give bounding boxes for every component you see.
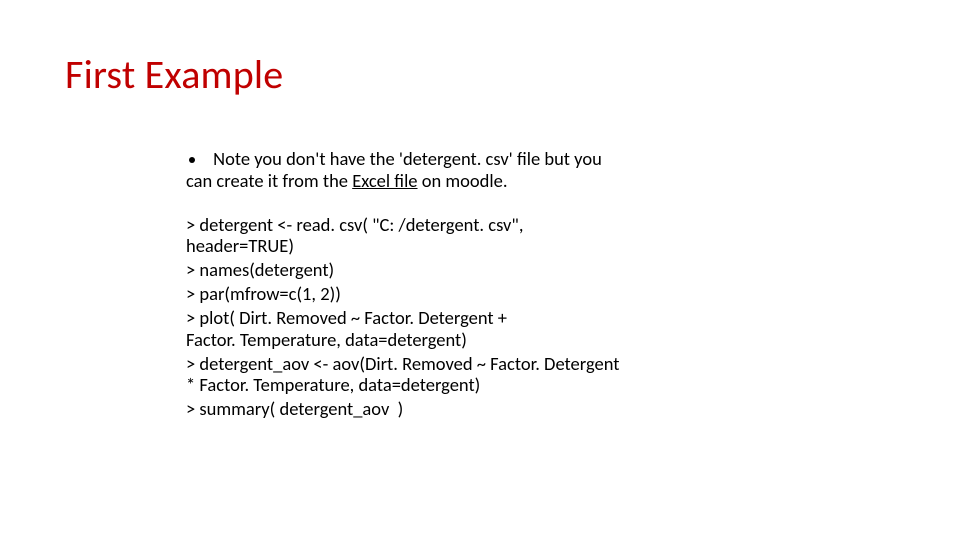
- slide-title: First Example: [65, 50, 283, 99]
- code-line: Factor. Temperature, data=detergent): [186, 329, 746, 351]
- code-line: > summary( detergent_aov ): [186, 398, 746, 420]
- code-line: > detergent <- read. csv( "C: /detergent…: [186, 214, 746, 236]
- code-line: > plot( Dirt. Removed ~ Factor. Detergen…: [186, 307, 746, 329]
- bullet-item: Note you don't have the 'detergent. csv'…: [186, 148, 746, 192]
- code-block: > detergent <- read. csv( "C: /detergent…: [186, 214, 746, 420]
- bullet-line-2-pre: can create it from the: [186, 169, 352, 192]
- slide-body: Note you don't have the 'detergent. csv'…: [186, 148, 746, 422]
- bullet-line-2-post: on moodle.: [418, 169, 508, 192]
- bullet-line-2: can create it from the Excel file on moo…: [186, 170, 746, 192]
- code-line: > names(detergent): [186, 259, 746, 281]
- code-line: header=TRUE): [186, 235, 746, 257]
- excel-file-link[interactable]: Excel file: [352, 169, 417, 192]
- code-line: > detergent_aov <- aov(Dirt. Removed ~ F…: [186, 353, 746, 375]
- bullet-line-1: Note you don't have the 'detergent. csv'…: [209, 148, 746, 170]
- slide: First Example Note you don't have the 'd…: [0, 0, 960, 540]
- bullet-text: Note you don't have the 'detergent. csv'…: [209, 148, 746, 192]
- code-line: > par(mfrow=c(1, 2)): [186, 283, 746, 305]
- bullet-dot-icon: [189, 157, 195, 163]
- code-line: * Factor. Temperature, data=detergent): [186, 374, 746, 396]
